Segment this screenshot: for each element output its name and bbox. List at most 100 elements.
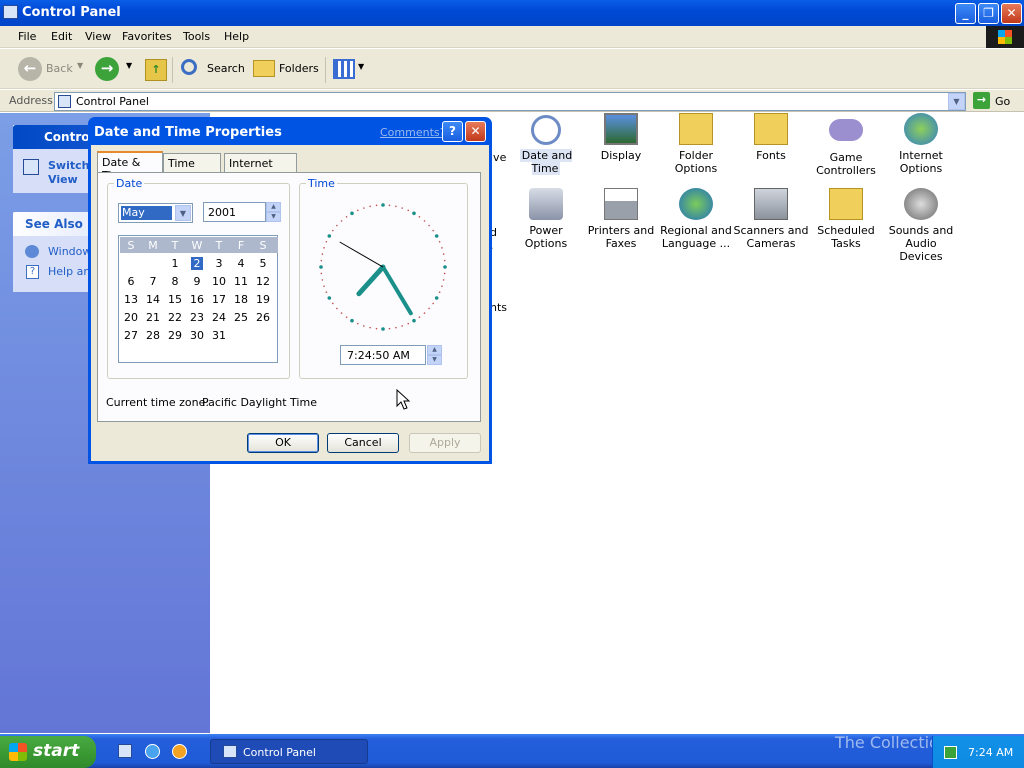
up-folder-icon[interactable]: ↑	[145, 59, 167, 81]
month-dropdown-icon[interactable]: ▼	[175, 205, 191, 221]
calendar-day[interactable]: 14	[142, 293, 164, 306]
time-down-icon[interactable]: ▼	[427, 355, 442, 365]
cp-item-sounds-audio[interactable]: Sounds and Audio Devices	[883, 188, 959, 263]
media-player-icon[interactable]	[172, 744, 187, 759]
calendar-day[interactable]: 31	[208, 329, 230, 342]
go-button[interactable]: Go	[995, 95, 1010, 108]
calendar-day[interactable]: 12	[252, 275, 274, 288]
calendar-day[interactable]: 19	[252, 293, 274, 306]
calendar-day[interactable]: 20	[120, 311, 142, 324]
cp-item-fonts[interactable]: Fonts	[733, 113, 809, 162]
menu-file[interactable]: File	[18, 30, 36, 43]
calendar-day[interactable]: 6	[120, 275, 142, 288]
cp-item-scheduled-tasks[interactable]: Scheduled Tasks	[808, 188, 884, 250]
calendar-day[interactable]: 8	[164, 275, 186, 288]
year-input[interactable]: 2001	[203, 202, 266, 222]
calendar-day[interactable]: 17	[208, 293, 230, 306]
calendar-day[interactable]: 13	[120, 293, 142, 306]
address-dropdown-icon[interactable]: ▼	[948, 93, 965, 110]
clock-tick	[340, 312, 343, 314]
menu-edit[interactable]: Edit	[51, 30, 72, 43]
calendar-day[interactable]: 9	[186, 275, 208, 288]
dialog-help-button[interactable]: ?	[442, 121, 463, 142]
cancel-button[interactable]: Cancel	[327, 433, 399, 453]
switch-view-link-line1[interactable]: Switch	[48, 159, 89, 172]
tab-internet-time[interactable]: Internet Time	[224, 153, 297, 183]
menu-help[interactable]: Help	[224, 30, 249, 43]
calendar-day[interactable]: 5	[252, 257, 274, 270]
window-titlebar[interactable]: Control Panel _ ❐ ✕	[0, 0, 1024, 26]
cp-item-folder-options[interactable]: Folder Options	[658, 113, 734, 175]
cp-item-regional-language[interactable]: Regional and Language ...	[658, 188, 734, 250]
tab-date-time[interactable]: Date & Time	[97, 151, 163, 182]
comments-link[interactable]: Comments?	[380, 126, 445, 139]
calendar-day[interactable]: 18	[230, 293, 252, 306]
calendar-day[interactable]: 26	[252, 311, 274, 324]
folders-button[interactable]: Folders	[279, 62, 319, 75]
calendar-day[interactable]: 25	[230, 311, 252, 324]
menu-view[interactable]: View	[85, 30, 111, 43]
forward-dropdown-icon[interactable]: ▼	[126, 61, 132, 70]
ok-button[interactable]: OK	[247, 433, 319, 453]
calendar-day[interactable]: 28	[142, 329, 164, 342]
search-button[interactable]: Search	[207, 62, 245, 75]
year-up-icon[interactable]: ▲	[266, 202, 281, 212]
start-button[interactable]: start	[0, 736, 96, 768]
views-dropdown-icon[interactable]: ▼	[358, 62, 364, 71]
apply-button[interactable]: Apply	[409, 433, 481, 453]
timezone-label: Current time zone:	[106, 396, 210, 409]
search-icon[interactable]	[181, 59, 197, 75]
forward-arrow-icon[interactable]: →	[95, 57, 119, 81]
cp-item-game-controllers[interactable]: Game Controllers	[808, 113, 884, 177]
tray-clock[interactable]: 7:24 AM	[968, 746, 1013, 759]
month-select[interactable]: May ▼	[118, 203, 193, 223]
folders-icon[interactable]	[253, 60, 275, 77]
tray-network-icon[interactable]	[944, 746, 957, 759]
calendar-day[interactable]: 3	[208, 257, 230, 270]
internet-explorer-icon[interactable]	[145, 744, 160, 759]
calendar-day[interactable]: 30	[186, 329, 208, 342]
back-arrow-icon[interactable]: ←	[18, 57, 42, 81]
time-up-icon[interactable]: ▲	[427, 345, 442, 355]
menu-tools[interactable]: Tools	[183, 30, 210, 43]
cp-item-scanners-cameras[interactable]: Scanners and Cameras	[733, 188, 809, 250]
clock-tick	[321, 279, 324, 281]
back-button[interactable]: Back	[46, 62, 73, 75]
partial-item-label-3[interactable]: nts	[490, 301, 507, 314]
address-input[interactable]: Control Panel ▼	[54, 92, 966, 111]
calendar-day[interactable]: 22	[164, 311, 186, 324]
calendar-day[interactable]: 21	[142, 311, 164, 324]
calendar-day[interactable]: 27	[120, 329, 142, 342]
taskbar-button-control-panel[interactable]: Control Panel	[210, 739, 368, 764]
year-down-icon[interactable]: ▼	[266, 212, 281, 222]
dialog-close-button[interactable]: ✕	[465, 121, 486, 142]
calendar-day[interactable]: 4	[230, 257, 252, 270]
calendar-day[interactable]: 10	[208, 275, 230, 288]
back-dropdown-icon[interactable]: ▼	[77, 61, 83, 70]
partial-item-label[interactable]: ive	[490, 151, 506, 164]
cp-item-display[interactable]: Display	[583, 113, 659, 162]
calendar-day[interactable]: 16	[186, 293, 208, 306]
views-icon[interactable]	[333, 59, 355, 79]
tab-time-zone[interactable]: Time Zone	[163, 153, 221, 183]
calendar-day[interactable]: 11	[230, 275, 252, 288]
go-arrow-icon[interactable]: →	[973, 92, 990, 109]
time-input[interactable]: 7:24:50 AM	[340, 345, 426, 365]
switch-view-link-line2[interactable]: View	[48, 173, 78, 186]
show-desktop-icon[interactable]	[118, 744, 132, 758]
close-button[interactable]: ✕	[1001, 3, 1022, 24]
calendar-day[interactable]: 1	[164, 257, 186, 270]
calendar-day[interactable]: 15	[164, 293, 186, 306]
cp-item-power-options[interactable]: Power Options	[508, 188, 584, 250]
cp-item-internet-options[interactable]: Internet Options	[883, 113, 959, 175]
calendar-day[interactable]: 2	[191, 257, 203, 270]
cp-item-date-and-time[interactable]: Date and Time	[508, 113, 584, 175]
calendar-day[interactable]: 23	[186, 311, 208, 324]
maximize-button[interactable]: ❐	[978, 3, 999, 24]
calendar-day[interactable]: 29	[164, 329, 186, 342]
calendar-day[interactable]: 24	[208, 311, 230, 324]
calendar-day[interactable]: 7	[142, 275, 164, 288]
menu-favorites[interactable]: Favorites	[122, 30, 172, 43]
minimize-button[interactable]: _	[955, 3, 976, 24]
cp-item-printers-and-faxes[interactable]: Printers and Faxes	[583, 188, 659, 250]
